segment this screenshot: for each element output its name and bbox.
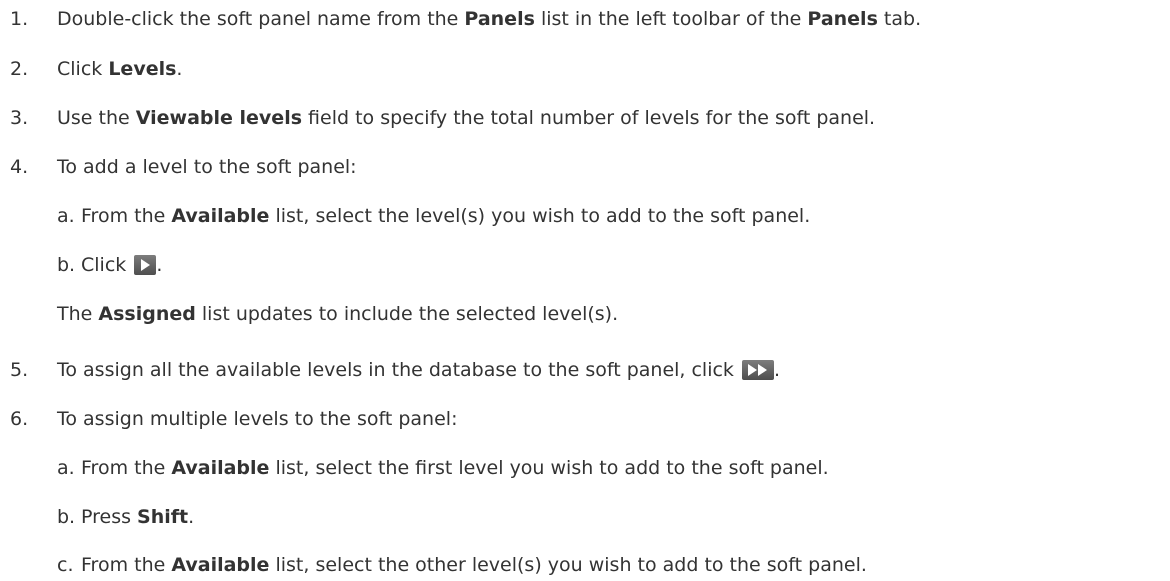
ui-term-available: Available <box>171 205 270 227</box>
ui-term-panels-tab: Panels <box>807 8 878 30</box>
ui-term-levels: Levels <box>108 58 177 80</box>
substep-letter: b. <box>57 254 76 276</box>
step-text: To add a level to the soft panel: <box>57 156 357 178</box>
step-number: 2. <box>10 58 29 80</box>
substep-text: From the Available list, select the othe… <box>81 554 867 576</box>
step-text: Double-click the soft panel name from th… <box>57 8 922 30</box>
substep-letter: a. <box>57 205 75 227</box>
step-text: To assign multiple levels to the soft pa… <box>57 408 458 430</box>
ui-term-assigned: Assigned <box>98 303 196 325</box>
step-text: Use the Viewable levels field to specify… <box>57 107 876 129</box>
step-number: 1. <box>10 8 29 30</box>
step-text: To assign all the available levels in th… <box>57 359 781 381</box>
ui-term-shift: Shift <box>137 506 189 528</box>
step-number: 6. <box>10 408 29 430</box>
step-text: Click Levels. <box>57 58 183 80</box>
step-number: 3. <box>10 107 29 129</box>
ui-term-panels: Panels <box>464 8 535 30</box>
substep-text: From the Available list, select the firs… <box>81 457 829 479</box>
ui-term-available: Available <box>171 457 270 479</box>
substep-text: From the Available list, select the leve… <box>81 205 811 227</box>
note-text: The Assigned list updates to include the… <box>57 303 619 325</box>
play-arrow-icon <box>134 255 157 275</box>
ui-term-viewable-levels: Viewable levels <box>135 107 303 129</box>
substep-letter: b. <box>57 506 76 528</box>
substep-text: Press Shift. <box>81 506 195 528</box>
step-number: 5. <box>10 359 29 381</box>
substep-letter: a. <box>57 457 75 479</box>
ui-term-available: Available <box>171 554 270 576</box>
step-number: 4. <box>10 156 29 178</box>
double-arrow-icon <box>741 360 774 380</box>
substep-text: Click . <box>81 254 163 276</box>
substep-letter: c. <box>57 554 74 576</box>
